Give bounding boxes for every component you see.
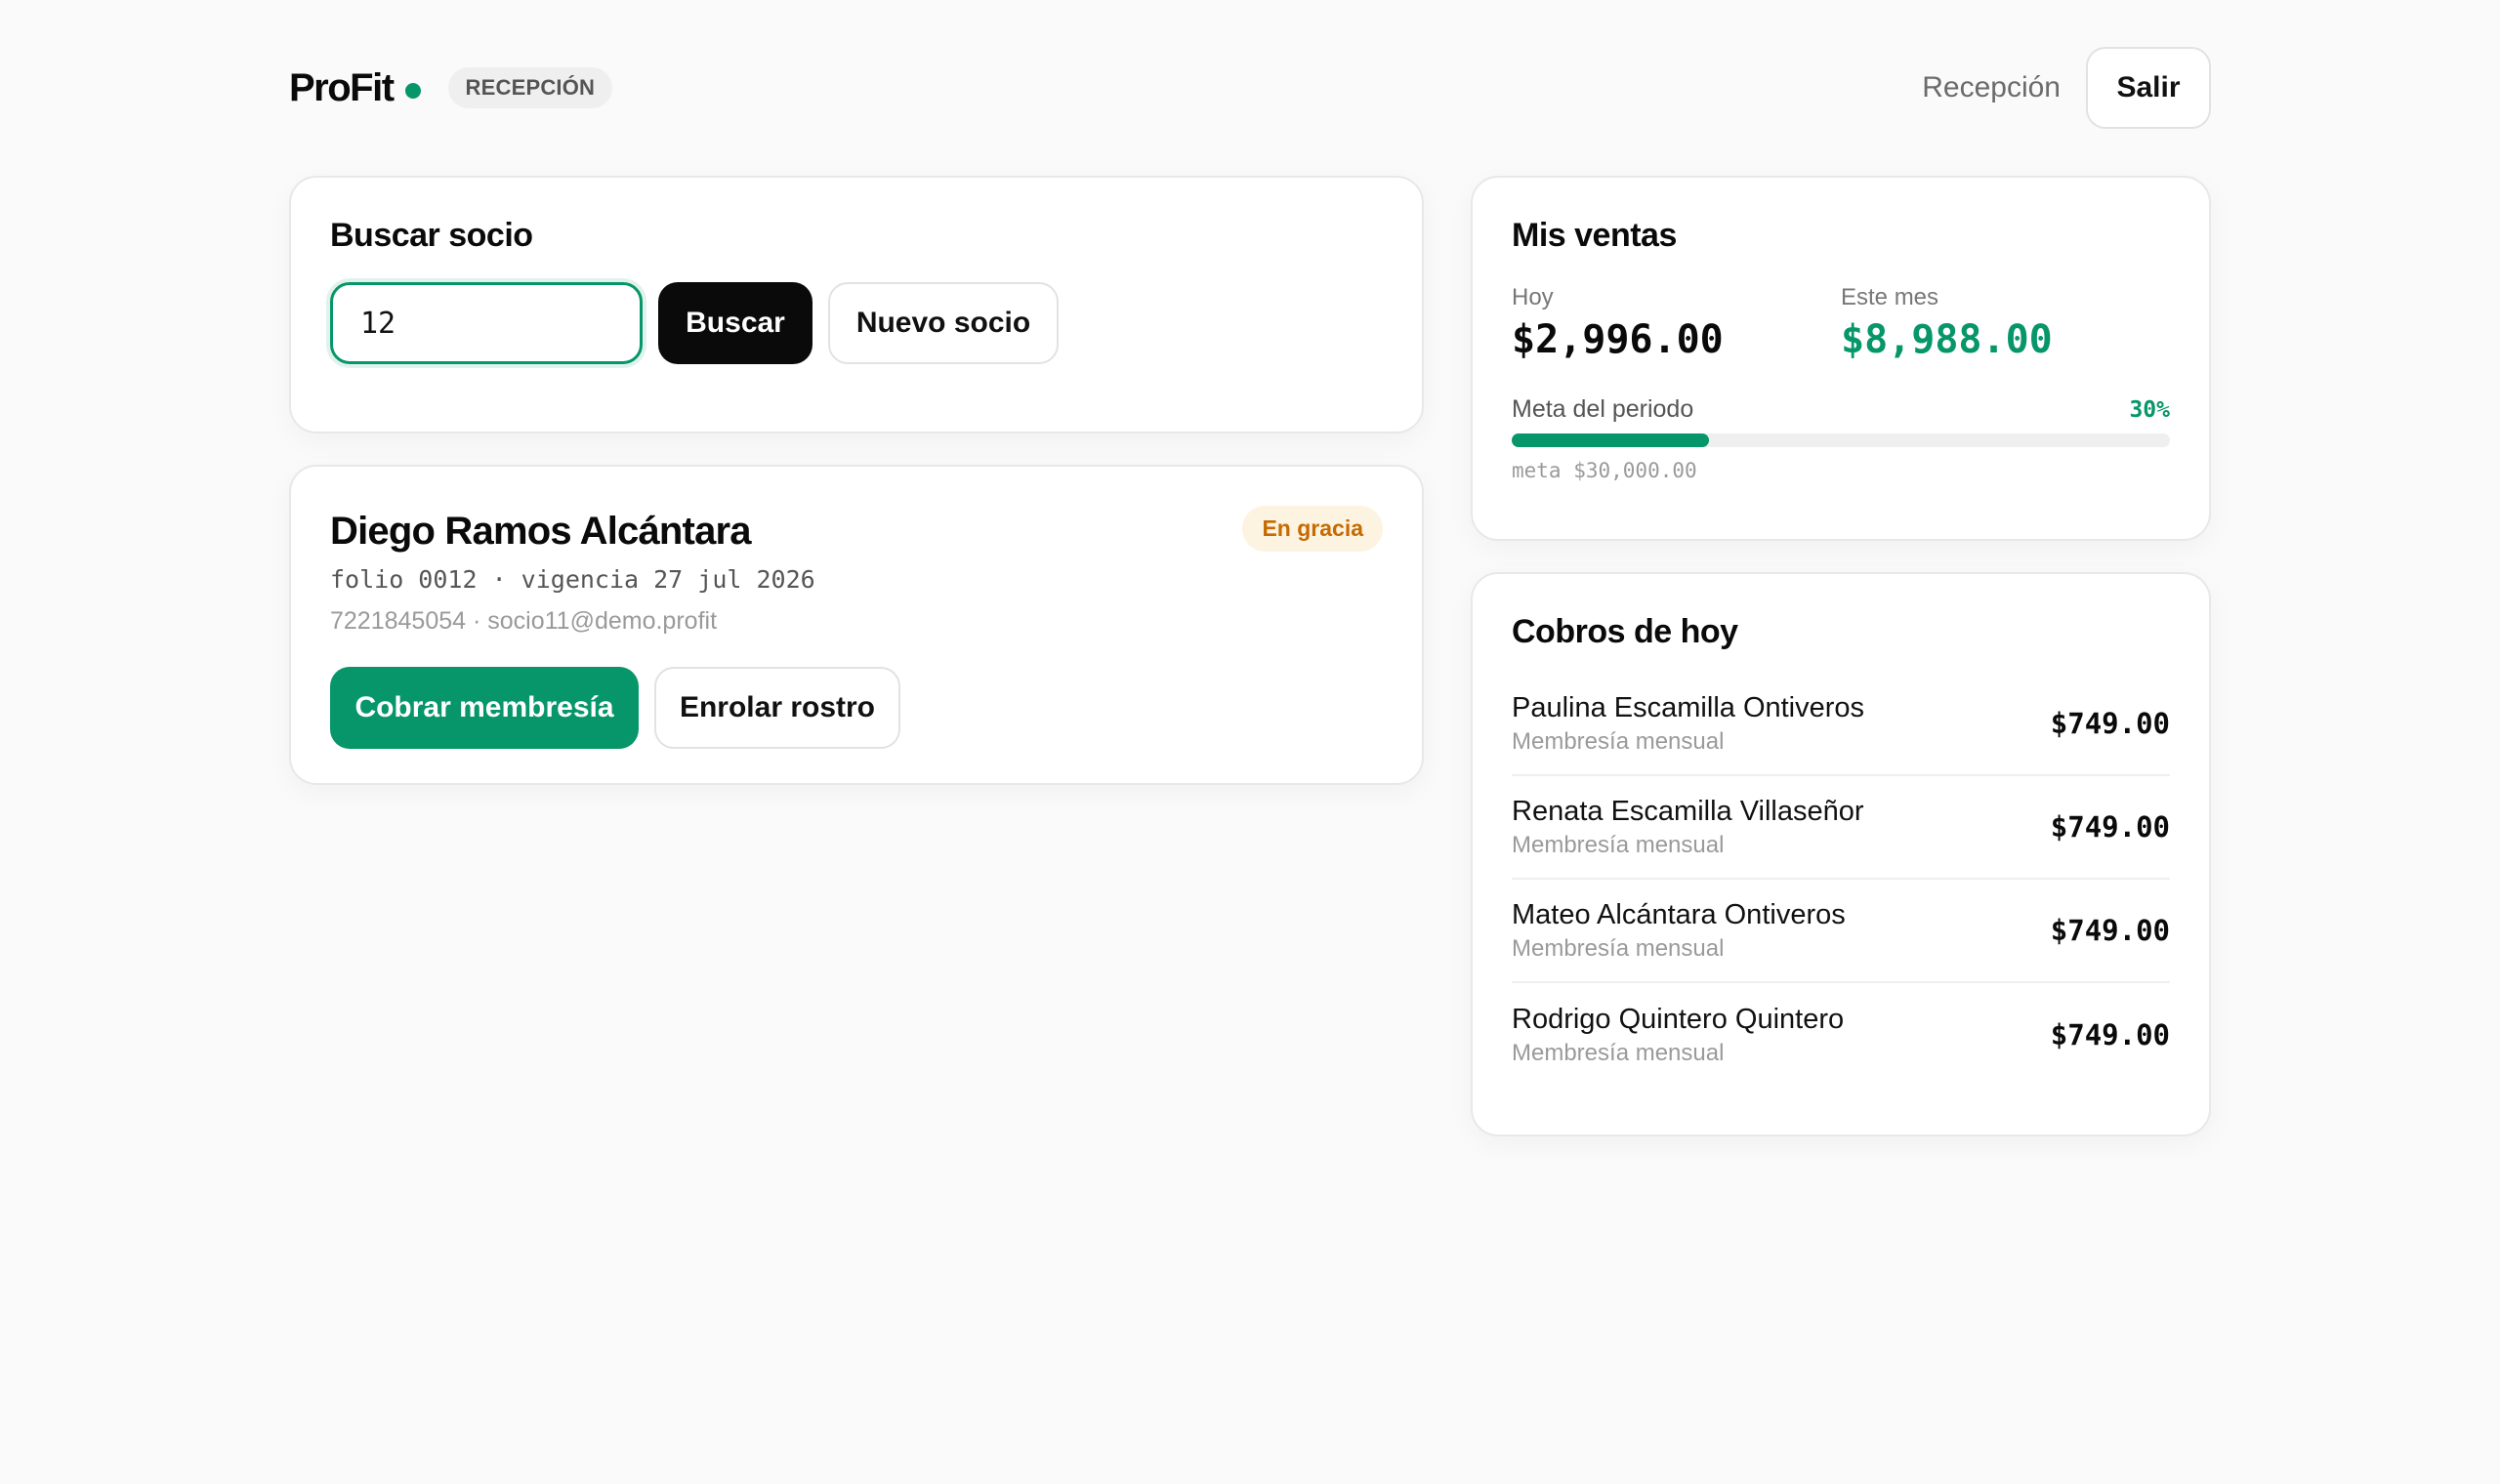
logout-button[interactable]: Salir (2086, 47, 2211, 129)
search-member-card: Buscar socio Buscar Nuevo socio (289, 176, 1424, 433)
payment-member-name: Renata Escamilla Villaseñor (1512, 795, 1864, 827)
payment-amount: $749.00 (2050, 1018, 2170, 1051)
goal-label: Meta del periodo (1512, 395, 1694, 423)
list-item: Renata Escamilla Villaseñor Membresía me… (1512, 776, 2170, 880)
payment-plan: Membresía mensual (1512, 1039, 1725, 1066)
payment-member-name: Paulina Escamilla Ontiveros (1512, 691, 1865, 723)
sales-month-label: Este mes (1841, 284, 1939, 310)
list-item: Mateo Alcántara Ontiveros Membresía mens… (1512, 880, 2170, 983)
search-card-title: Buscar socio (330, 217, 533, 254)
status-dot-icon (404, 83, 421, 99)
sales-today-value: $2,996.00 (1512, 317, 1724, 362)
enroll-face-button[interactable]: Enrolar rostro (654, 667, 900, 749)
sales-summary: Hoy $2,996.00 Este mes $8,988.00 (1512, 284, 2170, 362)
member-folio-validity: folio 0012 · vigencia 27 jul 2026 (330, 565, 815, 594)
payment-amount: $749.00 (2050, 707, 2170, 740)
payments-card-title: Cobros de hoy (1512, 613, 1738, 650)
nav-link-reception[interactable]: Recepción (1922, 71, 2061, 104)
goal-row: Meta del periodo 30% (1512, 395, 2170, 424)
goal-progress-fill (1512, 433, 1710, 447)
todays-payments-card: Cobros de hoy Paulina Escamilla Ontivero… (1471, 572, 2211, 1136)
goal-progress-bar (1512, 433, 2170, 447)
goal-target: meta $30,000.00 (1512, 459, 1697, 482)
sales-month-value: $8,988.00 (1841, 317, 2053, 362)
member-detail-card: En gracia Diego Ramos Alcántara folio 00… (289, 465, 1424, 785)
payments-list: Paulina Escamilla Ontiveros Membresía me… (1512, 673, 2170, 1087)
payment-member-name: Rodrigo Quintero Quintero (1512, 1003, 1845, 1035)
payment-plan: Membresía mensual (1512, 727, 1725, 755)
member-actions: Cobrar membresía Enrolar rostro (330, 667, 1383, 749)
my-sales-card: Mis ventas Hoy $2,996.00 Este mes $8,988… (1471, 176, 2211, 541)
charge-membership-button[interactable]: Cobrar membresía (330, 667, 639, 749)
payment-amount: $749.00 (2050, 810, 2170, 844)
top-header: ProFit RECEPCIÓN Recepción Salir (289, 47, 2211, 129)
header-actions: Recepción Salir (1922, 47, 2211, 129)
payment-plan: Membresía mensual (1512, 831, 1725, 858)
search-button[interactable]: Buscar (658, 282, 812, 364)
sales-card-title: Mis ventas (1512, 217, 1677, 254)
payment-amount: $749.00 (2050, 914, 2170, 947)
list-item: Paulina Escamilla Ontiveros Membresía me… (1512, 673, 2170, 776)
status-badge: En gracia (1242, 506, 1383, 552)
new-member-button[interactable]: Nuevo socio (828, 282, 1059, 364)
member-search-input[interactable] (330, 282, 643, 364)
sales-today: Hoy $2,996.00 (1512, 284, 1841, 362)
sales-today-label: Hoy (1512, 284, 1554, 310)
brand: ProFit RECEPCIÓN (289, 66, 613, 110)
member-name: Diego Ramos Alcántara (330, 510, 752, 553)
goal-percent: 30% (2129, 397, 2170, 423)
search-row: Buscar Nuevo socio (330, 282, 1383, 364)
sales-month: Este mes $8,988.00 (1841, 284, 2170, 362)
app-logo[interactable]: ProFit (289, 66, 395, 110)
list-item: Rodrigo Quintero Quintero Membresía mens… (1512, 983, 2170, 1087)
member-contact: 7221845054 · socio11@demo.profit (330, 607, 718, 635)
payment-member-name: Mateo Alcántara Ontiveros (1512, 898, 1846, 930)
role-badge: RECEPCIÓN (447, 67, 613, 108)
payment-plan: Membresía mensual (1512, 934, 1725, 962)
